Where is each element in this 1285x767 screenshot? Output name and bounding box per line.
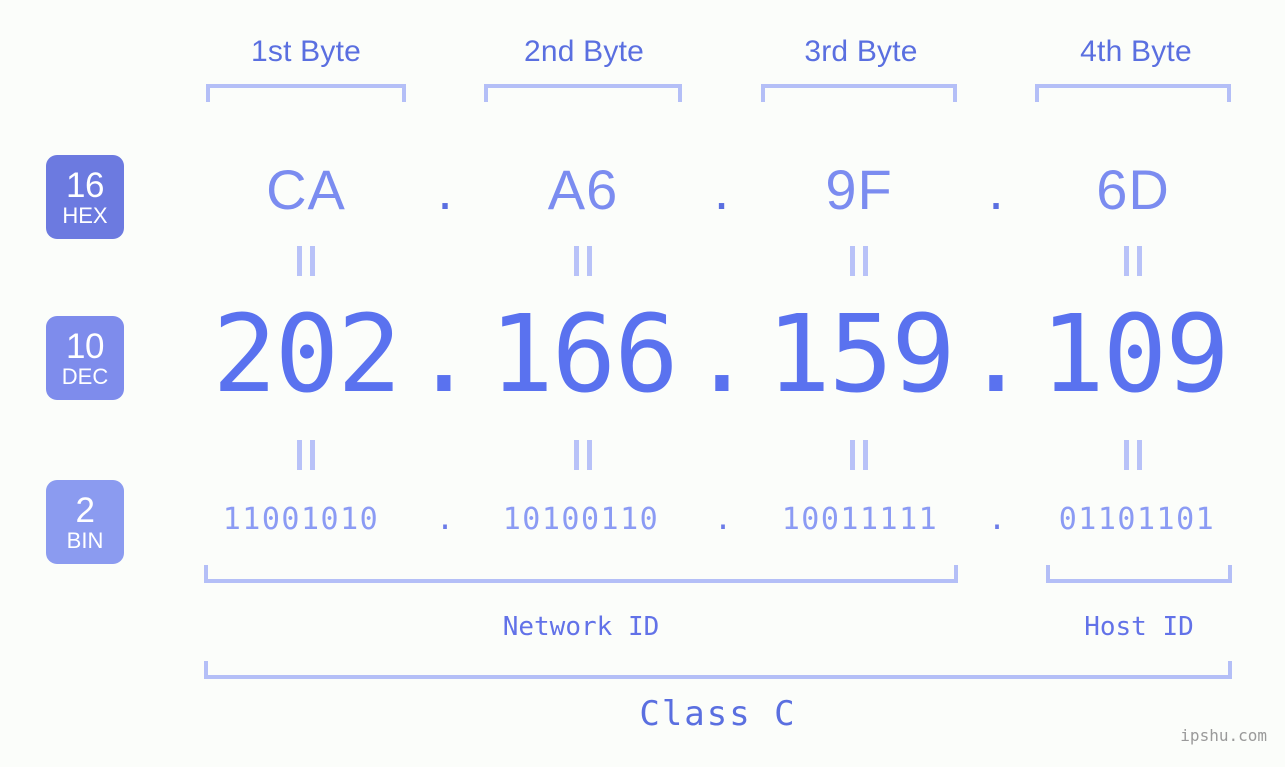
hex-separator-1: . bbox=[437, 158, 453, 221]
dec-byte-4: 109 bbox=[1040, 293, 1229, 417]
dec-separator-3: . bbox=[963, 293, 1029, 417]
class-bracket bbox=[204, 661, 1232, 679]
bin-byte-4: 01101101 bbox=[1058, 502, 1216, 537]
equals-marker-dec-bin-4 bbox=[1035, 440, 1231, 470]
equals-marker-hex-dec-1 bbox=[206, 246, 406, 276]
equals-marker-dec-bin-1 bbox=[206, 440, 406, 470]
dec-separator-2: . bbox=[689, 293, 755, 417]
dec-separator-1: . bbox=[411, 293, 477, 417]
bin-separator-1: . bbox=[435, 502, 455, 537]
radix-badge-bin-name: BIN bbox=[66, 527, 104, 553]
radix-badge-hex-name: HEX bbox=[62, 202, 108, 228]
radix-badge-bin-number: 2 bbox=[75, 490, 95, 530]
radix-badge-dec: 10 DEC bbox=[46, 316, 124, 400]
byte-header-label-3: 3rd Byte bbox=[804, 35, 918, 68]
byte-bracket-1 bbox=[206, 84, 406, 102]
hex-byte-3: 9F bbox=[825, 158, 893, 221]
dec-byte-1: 202 bbox=[212, 293, 401, 417]
hex-byte-2: A6 bbox=[547, 158, 619, 221]
host-id-bracket bbox=[1046, 565, 1232, 583]
bin-byte-1: 11001010 bbox=[222, 502, 380, 537]
bin-separator-3: . bbox=[987, 502, 1007, 537]
equals-marker-dec-bin-3 bbox=[761, 440, 957, 470]
equals-marker-hex-dec-3 bbox=[761, 246, 957, 276]
bin-byte-2: 10100110 bbox=[502, 502, 660, 537]
radix-badge-hex: 16 HEX bbox=[46, 155, 124, 239]
hex-separator-2: . bbox=[713, 158, 730, 221]
equals-marker-hex-dec-2 bbox=[484, 246, 682, 276]
hex-byte-1: CA bbox=[266, 158, 346, 221]
byte-bracket-2 bbox=[484, 84, 682, 102]
byte-bracket-3 bbox=[761, 84, 957, 102]
network-id-label: Network ID bbox=[502, 612, 660, 642]
hex-separator-3: . bbox=[988, 158, 1004, 221]
byte-header-label-2: 2nd Byte bbox=[523, 35, 645, 68]
radix-badge-bin: 2 BIN bbox=[46, 480, 124, 564]
byte-bracket-4 bbox=[1035, 84, 1231, 102]
bin-byte-3: 10011111 bbox=[781, 502, 939, 537]
byte-header-label-4: 4th Byte bbox=[1080, 35, 1192, 68]
ip-breakdown-diagram: 1st Byte 2nd Byte 3rd Byte 4th Byte 16 H… bbox=[0, 0, 1285, 767]
host-id-label: Host ID bbox=[1084, 612, 1194, 642]
class-label: Class C bbox=[639, 694, 797, 734]
equals-marker-dec-bin-2 bbox=[484, 440, 682, 470]
equals-marker-hex-dec-4 bbox=[1035, 246, 1231, 276]
hex-byte-4: 6D bbox=[1096, 158, 1170, 221]
dec-byte-3: 159 bbox=[766, 293, 955, 417]
dec-byte-2: 166 bbox=[489, 293, 678, 417]
site-watermark: ipshu.com bbox=[1180, 726, 1267, 745]
network-id-bracket bbox=[204, 565, 958, 583]
bin-separator-2: . bbox=[713, 502, 733, 537]
radix-badge-dec-number: 10 bbox=[66, 326, 104, 366]
radix-badge-dec-name: DEC bbox=[61, 363, 109, 389]
byte-header-label-1: 1st Byte bbox=[251, 35, 361, 68]
radix-badge-hex-number: 16 bbox=[66, 165, 104, 205]
